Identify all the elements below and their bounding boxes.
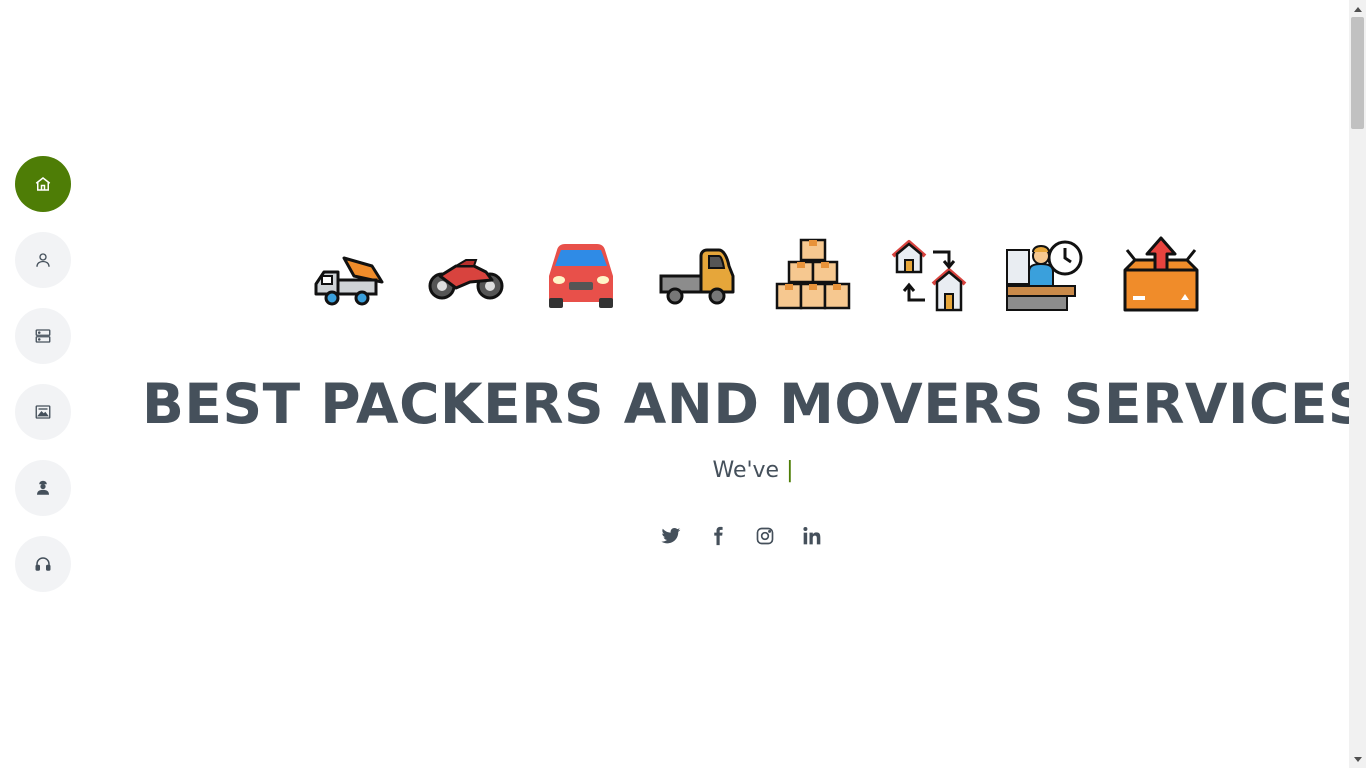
server-icon — [35, 329, 51, 343]
typed-subtitle: We've | — [0, 458, 1366, 483]
facebook-icon — [714, 526, 723, 546]
instagram-link[interactable] — [755, 522, 775, 550]
car-icon — [549, 244, 613, 308]
triangle-down-icon — [1353, 756, 1362, 762]
boxes-stack-icon — [775, 238, 851, 310]
linkedin-link[interactable] — [802, 522, 822, 550]
home-icon — [35, 177, 51, 191]
typed-cursor: | — [786, 458, 794, 483]
scroll-down-arrow[interactable] — [1349, 751, 1366, 768]
instagram-icon — [756, 527, 774, 545]
hero-title: BEST PACKERS AND MOVERS SERVICES — [141, 372, 1366, 436]
pickup-truck-icon — [659, 248, 735, 305]
vertical-scrollbar[interactable] — [1349, 0, 1366, 768]
service-icons-row — [310, 236, 1210, 318]
triangle-up-icon — [1353, 6, 1362, 12]
facebook-link[interactable] — [708, 522, 728, 550]
tipper-truck-icon — [314, 256, 384, 306]
nav-services-button[interactable] — [15, 308, 71, 364]
motorbike-icon — [428, 259, 504, 300]
typed-text: We've — [712, 458, 787, 483]
nav-home-button[interactable] — [15, 156, 71, 212]
nav-about-button[interactable] — [15, 232, 71, 288]
user-icon — [36, 253, 50, 267]
house-relocation-icon — [891, 240, 967, 312]
linkedin-icon — [803, 527, 821, 545]
nav-contact-button[interactable] — [15, 536, 71, 592]
headphones-icon — [35, 557, 51, 571]
page: BEST PACKERS AND MOVERS SERVICES We've | — [0, 0, 1366, 768]
social-links — [661, 522, 822, 550]
twitter-link[interactable] — [661, 522, 681, 550]
cashier-clock-icon — [1006, 240, 1083, 311]
scroll-up-arrow[interactable] — [1349, 0, 1366, 17]
twitter-icon — [661, 528, 681, 544]
scroll-thumb[interactable] — [1351, 17, 1364, 129]
open-box-icon — [1123, 236, 1199, 312]
